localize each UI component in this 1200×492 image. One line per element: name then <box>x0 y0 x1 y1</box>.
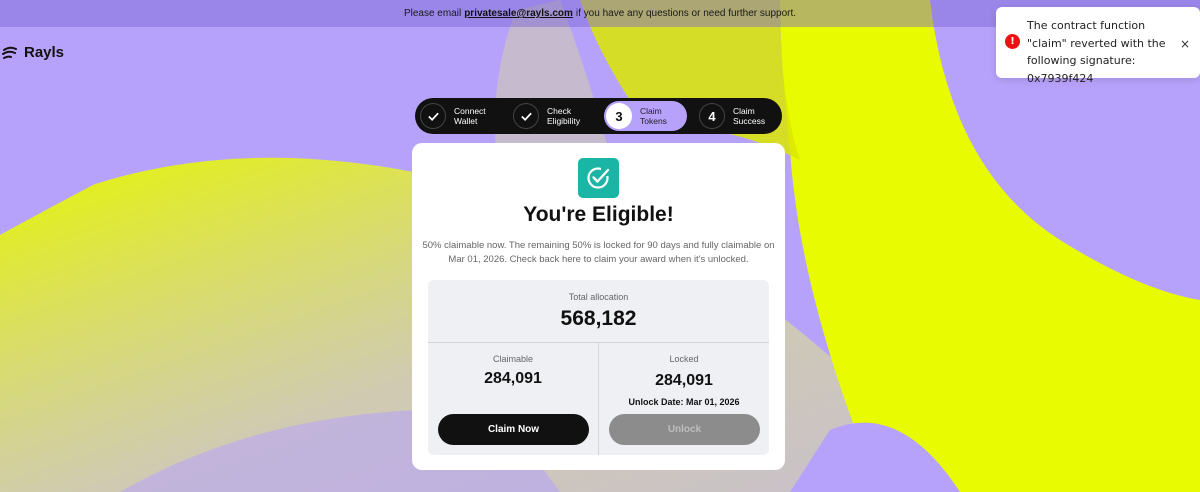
banner-prefix: Please email <box>403 8 462 19</box>
rayls-logo[interactable]: Rayls <box>2 44 64 61</box>
check-icon <box>513 103 539 129</box>
step-label-line1: Check <box>547 106 572 116</box>
support-email-link[interactable]: privatesale@rayls.com <box>464 8 573 19</box>
rayls-logo-icon <box>2 46 17 59</box>
toast-message: The contract function "claim" reverted w… <box>1027 19 1166 85</box>
unlock-button[interactable]: Unlock <box>609 414 760 445</box>
step-claim-success: 4 Claim Success <box>697 101 779 131</box>
claim-now-button[interactable]: Claim Now <box>438 414 589 445</box>
claimable-label: Claimable <box>492 354 534 364</box>
step-label-line1: Connect <box>454 106 486 116</box>
logo-text: Rayls <box>24 44 65 61</box>
step-label-line2: Tokens <box>640 116 667 126</box>
eligibility-card: You're Eligible! 50% claimable now. The … <box>412 143 785 470</box>
step-number-badge: 3 <box>606 103 632 129</box>
step-label-line1: Claim <box>640 106 662 116</box>
unlock-date: Unlock Date: Mar 01, 2026 <box>628 397 740 407</box>
banner-suffix: if you have any questions or need furthe… <box>575 8 797 19</box>
locked-value: 284,091 <box>655 372 713 389</box>
eligibility-title: You're Eligible! <box>523 203 674 226</box>
step-label-line1: Claim <box>733 106 755 116</box>
check-icon <box>420 103 446 129</box>
error-icon: ! <box>1005 34 1020 49</box>
step-label-line2: Success <box>733 116 766 126</box>
eligibility-description: 50% claimable now. The remaining 50% is … <box>422 240 775 265</box>
locked-column: Locked 284,091 Unlock Date: Mar 01, 2026… <box>599 343 769 455</box>
step-number-badge: 4 <box>699 103 725 129</box>
locked-label: Locked <box>669 354 699 364</box>
step-claim-tokens: 3 Claim Tokens <box>604 101 687 131</box>
total-allocation-label: Total allocation <box>568 292 629 302</box>
claim-stepper: Connect Wallet Check Eligibility 3 Claim… <box>415 98 782 134</box>
total-allocation-value: 568,182 <box>560 307 637 330</box>
step-check-eligibility: Check Eligibility <box>511 101 603 131</box>
claimable-column: Claimable 284,091 Claim Now <box>428 343 598 455</box>
error-toast: ! The contract function "claim" reverted… <box>996 7 1200 85</box>
close-icon[interactable]: × <box>1180 36 1190 54</box>
allocation-panel: Total allocation 568,182 Claimable 284,0… <box>428 280 769 455</box>
step-label-line2: Eligibility <box>547 116 581 126</box>
checkmark-badge-icon <box>578 158 619 198</box>
step-connect-wallet: Connect Wallet <box>418 101 510 131</box>
step-label-line2: Wallet <box>454 116 478 126</box>
claimable-value: 284,091 <box>484 370 542 387</box>
